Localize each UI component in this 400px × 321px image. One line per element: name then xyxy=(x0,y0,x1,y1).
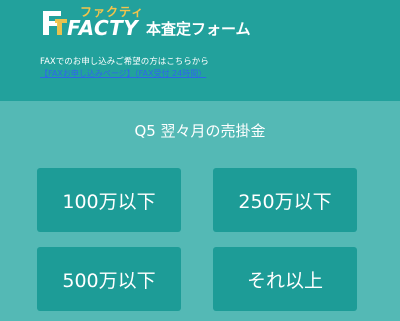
fax-hours-link[interactable]: （FAX受付 24時間） xyxy=(135,69,207,78)
option-button-250man[interactable]: 250万以下 xyxy=(213,168,357,232)
fax-application-link[interactable]: 【FAXお申し込みページ】 xyxy=(40,69,135,78)
option-button-100man[interactable]: 100万以下 xyxy=(37,168,181,232)
fax-links: 【FAXお申し込みページ】（FAX受付 24時間） xyxy=(40,68,206,79)
facty-logo-mark-icon xyxy=(43,11,67,35)
form-title: 本査定フォーム xyxy=(146,20,251,38)
option-button-500man[interactable]: 500万以下 xyxy=(37,247,181,311)
facty-logo[interactable]: ファクティ FACTY 本査定フォーム xyxy=(41,3,261,43)
question-label: Q5 翌々月の売掛金 xyxy=(134,122,266,140)
option-button-more[interactable]: それ以上 xyxy=(213,247,357,311)
fax-note: FAXでのお申し込みご希望の方はこちらから xyxy=(40,57,209,67)
header: ファクティ FACTY 本査定フォーム FAXでのお申し込みご希望の方はこちらか… xyxy=(0,0,400,101)
logo-wordmark: FACTY xyxy=(67,16,139,40)
